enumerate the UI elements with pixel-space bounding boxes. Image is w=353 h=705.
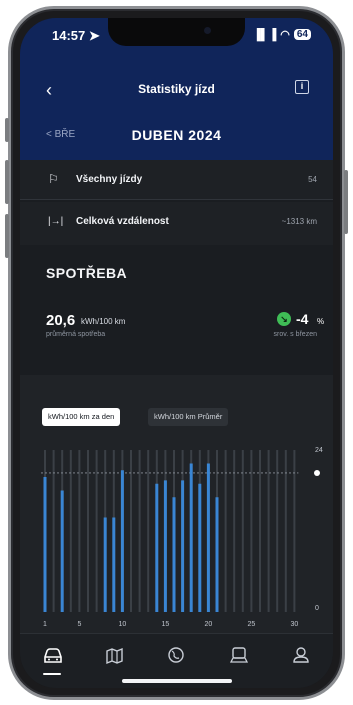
data-bar[interactable] [120, 470, 124, 612]
empty-bar-track [138, 450, 141, 612]
service-icon [229, 647, 249, 663]
consumption-title: SPOTŘEBA [46, 265, 127, 281]
active-tab-indicator [43, 673, 61, 675]
data-bar[interactable] [215, 497, 219, 612]
distance-icon: |→| [48, 216, 64, 227]
globe-icon [168, 647, 184, 663]
empty-bar-track [284, 450, 287, 612]
data-bar[interactable] [163, 480, 167, 612]
data-bar[interactable] [103, 517, 107, 613]
x-tick-label: 30 [291, 621, 299, 628]
empty-bar-track [130, 450, 132, 612]
profile-icon [293, 647, 309, 663]
wifi-icon: ◠ [280, 29, 290, 41]
notch [108, 18, 245, 46]
x-tick-label: 10 [119, 621, 127, 628]
phone-side-button [5, 118, 9, 142]
empty-bar-track [87, 450, 89, 612]
consumption-bar-chart: 1 5 10 15 20 25 30240 [41, 447, 323, 628]
status-time: 14:57 ➤ [52, 28, 100, 43]
info-button[interactable]: i [295, 80, 309, 94]
empty-bar-track [233, 450, 236, 612]
battery-icon: 64 [293, 29, 311, 40]
data-bar[interactable] [206, 463, 210, 613]
empty-bar-track [224, 450, 227, 612]
data-bar[interactable] [198, 483, 202, 612]
signal-icon: ▐▌▐ [252, 28, 277, 41]
data-bar[interactable] [189, 463, 193, 613]
empty-bar-track [147, 450, 150, 612]
average-marker [314, 469, 320, 476]
car-icon [44, 648, 62, 663]
row-label: Celková vzdálenost [76, 216, 169, 227]
x-tick-label: 20 [205, 621, 213, 628]
empty-bar-track [293, 450, 296, 612]
consumption-section: SPOTŘEBA 20,6 kWh/100 km průměrná spotře… [20, 245, 333, 375]
empty-bar-track [250, 450, 253, 612]
change-subtitle: srov. s březen [273, 331, 317, 338]
data-bar[interactable] [172, 497, 176, 612]
data-bar[interactable] [181, 480, 185, 612]
consumption-unit: kWh/100 km [81, 317, 126, 326]
row-value: 54 [308, 175, 317, 184]
empty-bar-track [267, 450, 270, 612]
all-trips-row[interactable]: ⚐ Všechny jízdy 54 [20, 160, 333, 200]
location-arrow-icon: ➤ [88, 28, 100, 43]
y-tick-label: 0 [315, 605, 319, 612]
chart-section: kWh/100 km za den kWh/100 km Průměr 1 5 10… [20, 375, 333, 633]
app-screen: 14:57 ➤ ▐▌▐ ◠ 64 ‹ Statistiky jízd i < B… [20, 18, 333, 688]
tab-globe[interactable] [163, 642, 189, 668]
x-tick-label: 1 [43, 621, 47, 628]
data-bar[interactable] [43, 477, 47, 612]
status-icons: ▐▌▐ ◠ 64 [253, 28, 311, 41]
data-bar[interactable] [60, 490, 64, 613]
x-tick-label: 15 [162, 621, 170, 628]
consumption-value: 20,6 [46, 312, 76, 329]
phone-side-button [344, 170, 348, 234]
empty-bar-track [276, 450, 279, 612]
empty-bar-track [52, 450, 55, 612]
empty-bar-track [241, 450, 244, 612]
phone-side-button [5, 160, 9, 204]
total-distance-row[interactable]: |→| Celková vzdálenost ~1313 km [20, 202, 333, 245]
tab-profile[interactable] [288, 642, 314, 668]
empty-bar-track [69, 450, 72, 612]
info-icon: i [300, 81, 304, 91]
camera [204, 27, 211, 34]
tab-car[interactable] [40, 642, 66, 668]
tab-map[interactable] [102, 642, 128, 668]
row-label: Všechny jízdy [76, 174, 143, 185]
empty-bar-track [95, 450, 98, 612]
x-tick-label: 25 [248, 621, 256, 628]
trend-down-icon: ↘ [277, 312, 291, 326]
phone-side-button [5, 214, 9, 258]
data-bar[interactable] [155, 483, 159, 612]
empty-bar-track [78, 450, 81, 612]
consumption-subtitle: průměrná spotřeba [46, 331, 106, 338]
x-tick-label: 5 [77, 621, 81, 628]
change-unit: % [317, 317, 325, 326]
home-indicator [122, 679, 232, 683]
row-value: ~1313 km [281, 217, 317, 226]
checkered-flag-icon: ⚐ [48, 172, 59, 186]
empty-bar-track [259, 450, 261, 612]
y-tick-label: 24 [315, 447, 323, 454]
change-value: -4 [296, 311, 309, 327]
data-bar[interactable] [112, 517, 116, 613]
map-icon [106, 647, 123, 665]
current-month: DUBEN 2024 [131, 127, 222, 143]
page-title: Statistiky jízd [138, 82, 215, 96]
tab-service[interactable] [226, 642, 252, 668]
